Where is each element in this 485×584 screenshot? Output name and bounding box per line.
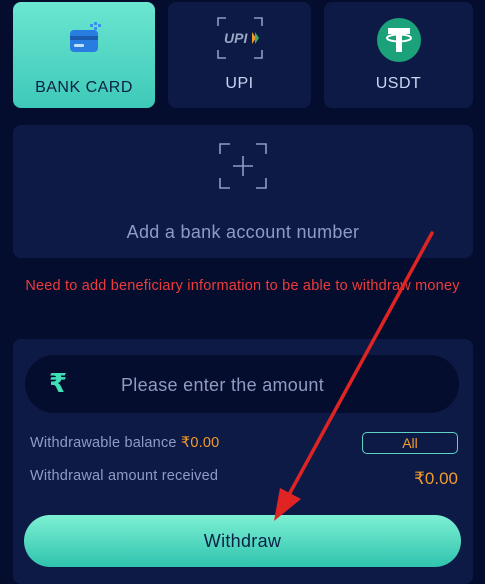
svg-text:UPI: UPI	[224, 30, 248, 46]
withdrawable-balance-row: Withdrawable balance ₹0.00	[30, 435, 219, 451]
add-icon	[219, 143, 267, 189]
withdrawal-received-label: Withdrawal amount received	[30, 468, 219, 484]
tab-usdt[interactable]: USDT	[324, 2, 473, 108]
tab-label: USDT	[375, 75, 422, 92]
tab-label: UPI	[225, 75, 254, 92]
tab-label: BANK CARD	[35, 79, 133, 96]
withdrawable-balance-value: ₹0.00	[180, 435, 220, 451]
warning-message: Need to add beneficiary information to b…	[25, 278, 460, 294]
tether-icon	[376, 17, 422, 68]
all-button[interactable]: All	[362, 432, 458, 454]
withdraw-button[interactable]: Withdraw	[24, 515, 461, 567]
withdraw-form: ₹ Withdrawable balance ₹0.00 All Withdra…	[13, 339, 473, 584]
withdrawal-received-value: ₹0.00	[414, 469, 458, 488]
tab-bank-card[interactable]: BANK CARD	[13, 2, 155, 108]
amount-field[interactable]: ₹	[25, 355, 459, 415]
tab-upi[interactable]: UPI UPI	[168, 2, 311, 108]
withdrawable-balance-label: Withdrawable balance	[30, 435, 177, 451]
add-bank-account-label: Add a bank account number	[126, 222, 360, 242]
upi-logo: UPI	[216, 16, 264, 65]
bank-card-icon	[62, 20, 106, 65]
rupee-icon: ₹	[49, 368, 68, 398]
amount-input[interactable]	[119, 355, 453, 415]
add-bank-account-card[interactable]: Add a bank account number	[13, 125, 473, 258]
